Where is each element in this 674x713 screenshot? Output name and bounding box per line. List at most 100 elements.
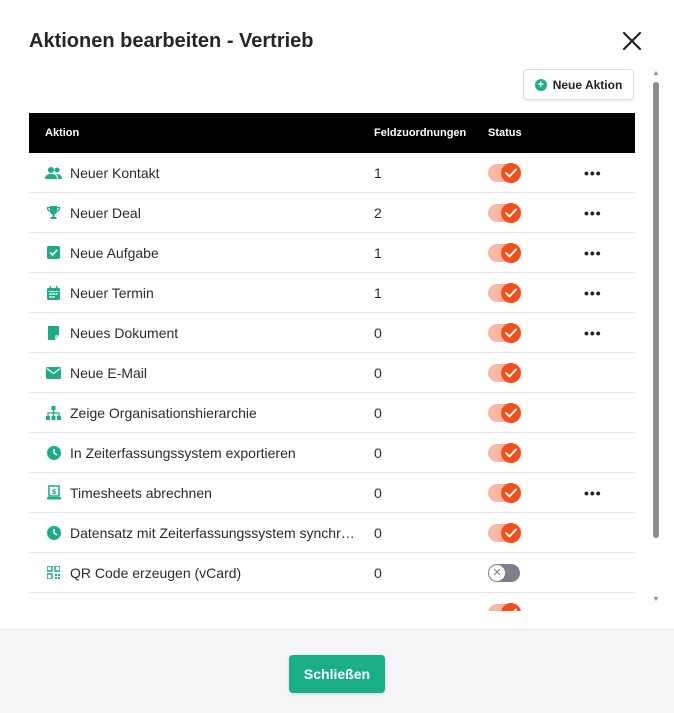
status-toggle[interactable] (488, 522, 521, 543)
action-cell: QR Code erzeugen (vCard) (29, 564, 358, 581)
status-cell (488, 362, 568, 383)
scrollbar[interactable]: ▲ ▼ (652, 70, 660, 604)
field-mapping-count: 1 (374, 284, 382, 301)
header-action: Aktion (45, 127, 80, 139)
check-icon (501, 322, 521, 343)
status-cell (488, 162, 568, 183)
clock-icon (45, 524, 62, 541)
status-toggle[interactable] (488, 442, 521, 463)
status-cell (488, 402, 568, 423)
action-name: In Zeiterfassungssystem exportieren (70, 444, 296, 461)
table-row[interactable]: QR Code erzeugen (vCard) 0 ✕ (29, 553, 635, 593)
calendar-icon (45, 284, 62, 301)
field-mapping-count: 0 (374, 564, 382, 581)
action-name: Neue Aufgabe (70, 244, 159, 261)
table-row[interactable]: Neuer Termin 1 ••• (29, 273, 635, 313)
status-cell (488, 602, 568, 611)
action-cell: Neuer Deal (29, 204, 358, 221)
more-options-icon[interactable]: ••• (584, 166, 602, 180)
status-toggle[interactable] (488, 282, 521, 303)
table-row[interactable]: Neuer Deal 2 ••• (29, 193, 635, 233)
header-status: Status (488, 127, 522, 139)
more-options-icon[interactable]: ••• (584, 286, 602, 300)
qr-code-icon (45, 564, 62, 581)
field-mapping-count: 0 (374, 324, 382, 341)
status-cell (488, 522, 568, 543)
field-mapping-count: 0 (374, 404, 382, 421)
status-toggle[interactable]: ✕ (488, 563, 520, 582)
status-toggle[interactable] (488, 202, 521, 223)
new-action-button[interactable]: + Neue Aktion (523, 69, 634, 100)
plus-circle-icon: + (534, 78, 547, 91)
clock-icon (45, 444, 62, 461)
menu-cell: ••• (568, 486, 635, 500)
checkbox-icon (45, 244, 62, 261)
table-row[interactable]: Neuer Kontakt 1 ••• (29, 153, 635, 193)
action-name: Zeige Organisationshierarchie (70, 404, 257, 421)
status-cell (488, 282, 568, 303)
more-options-icon[interactable]: ••• (584, 206, 602, 220)
check-icon (501, 162, 521, 183)
check-icon (501, 402, 521, 423)
check-icon (501, 282, 521, 303)
field-mapping-count: 0 (374, 444, 382, 461)
action-name: Timesheets abrechnen (70, 484, 212, 501)
close-icon[interactable] (620, 29, 644, 53)
check-icon (501, 482, 521, 503)
action-name: Neue E-Mail (70, 364, 148, 381)
table-body: Neuer Kontakt 1 ••• Neuer Deal 2 ••• Neue Aufg… (29, 153, 635, 611)
action-cell: Neues Dokument (29, 324, 358, 341)
field-mapping-count: 1 (374, 164, 382, 181)
dialog-title: Aktionen bearbeiten - Vertrieb (29, 30, 314, 52)
field-mapping-count: 2 (374, 204, 382, 221)
scrollbar-thumb[interactable] (653, 82, 659, 538)
action-name: Neuer Termin (70, 284, 154, 301)
dialog-footer: Schließen (0, 629, 674, 713)
status-toggle[interactable] (488, 362, 521, 383)
action-cell: Neue Aufgabe (29, 244, 358, 261)
table-row[interactable]: Zeige Organisationshierarchie 0 (29, 393, 635, 433)
scroll-down-icon[interactable]: ▼ (652, 596, 660, 604)
action-name: Datensatz mit Zeiterfassungssystem synch… (70, 524, 358, 541)
action-cell: $ Timesheets abrechnen (29, 484, 358, 501)
check-icon (501, 442, 521, 463)
field-mapping-count: 1 (374, 244, 382, 261)
table-row[interactable]: Neues Dokument 0 ••• (29, 313, 635, 353)
table-row[interactable]: $ Timesheets abrechnen 0 ••• (29, 473, 635, 513)
close-button[interactable]: Schließen (289, 655, 385, 693)
status-toggle[interactable] (488, 482, 521, 503)
document-icon (45, 324, 62, 341)
menu-cell: ••• (568, 246, 635, 260)
status-cell (488, 242, 568, 263)
table-row[interactable] (29, 593, 635, 611)
header-field-mappings: Feldzuordnungen (374, 127, 467, 139)
action-name: Neuer Deal (70, 204, 141, 221)
status-cell (488, 322, 568, 343)
table-row[interactable]: In Zeiterfassungssystem exportieren 0 (29, 433, 635, 473)
scroll-up-icon[interactable]: ▲ (652, 70, 660, 78)
action-cell: Neuer Termin (29, 284, 358, 301)
check-icon (501, 202, 521, 223)
status-toggle[interactable] (488, 602, 521, 611)
status-toggle[interactable] (488, 322, 521, 343)
action-cell: Neue E-Mail (29, 364, 358, 381)
more-options-icon[interactable]: ••• (584, 326, 602, 340)
menu-cell: ••• (568, 286, 635, 300)
table-row[interactable]: Neue Aufgabe 1 ••• (29, 233, 635, 273)
table-row[interactable]: Neue E-Mail 0 (29, 353, 635, 393)
table-row[interactable]: Datensatz mit Zeiterfassungssystem synch… (29, 513, 635, 553)
action-name: Neues Dokument (70, 324, 179, 341)
status-toggle[interactable] (488, 402, 521, 423)
action-name: Neuer Kontakt (70, 164, 160, 181)
check-icon (501, 522, 521, 543)
more-options-icon[interactable]: ••• (584, 246, 602, 260)
status-toggle[interactable] (488, 162, 521, 183)
status-cell: ✕ (488, 563, 568, 582)
status-toggle[interactable] (488, 242, 521, 263)
field-mapping-count: 0 (374, 484, 382, 501)
actions-table: Aktion Feldzuordnungen Status Neuer Kont… (29, 113, 635, 611)
more-options-icon[interactable]: ••• (584, 486, 602, 500)
trophy-icon (45, 204, 62, 221)
edit-actions-dialog: Aktionen bearbeiten - Vertrieb + Neue Ak… (0, 0, 674, 713)
status-cell (488, 442, 568, 463)
